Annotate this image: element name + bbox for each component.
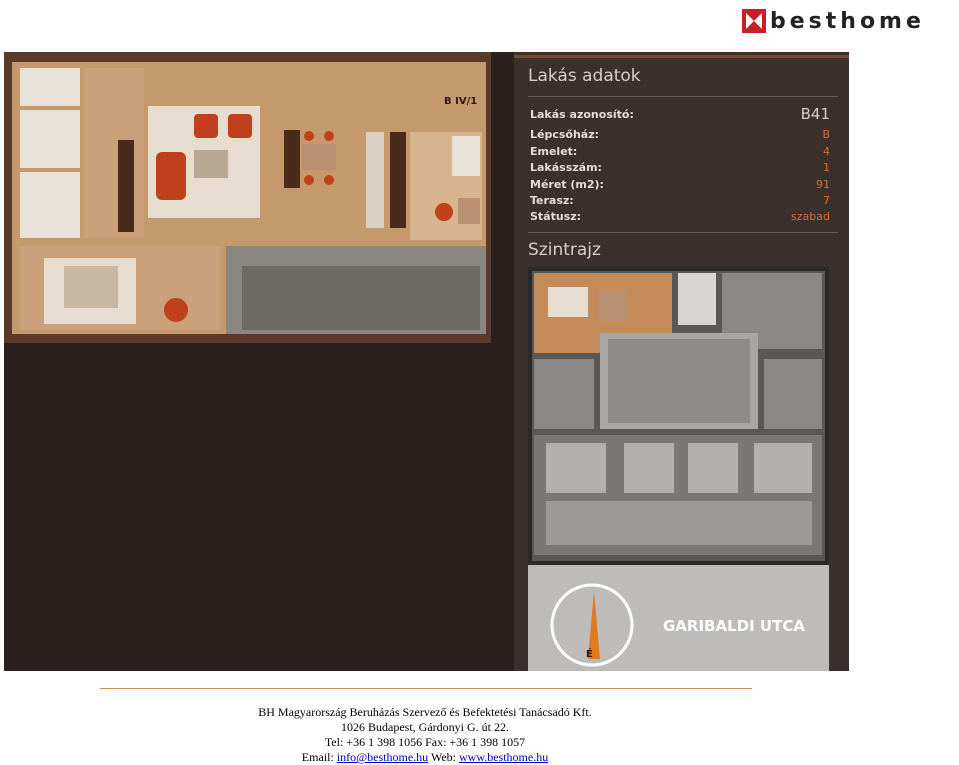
brand-name: besthome xyxy=(770,9,925,34)
divider xyxy=(528,232,838,233)
street-label: GARIBALDI UTCA xyxy=(663,617,805,635)
apartment-info-panel: Lakás adatok Lakás azonosító: B41 Lépcső… xyxy=(514,52,849,671)
email-link[interactable]: info@besthome.hu xyxy=(337,750,428,764)
status-value: szabad xyxy=(791,210,830,223)
field-terrace: Terasz: 7 xyxy=(530,194,830,210)
besthome-logo-icon xyxy=(742,9,766,33)
field-floor: Emelet: 4 xyxy=(530,145,830,161)
field-value: B xyxy=(822,128,830,141)
web-link[interactable]: www.besthome.hu xyxy=(459,750,548,764)
company-contacts: Email: info@besthome.hu Web: www.besthom… xyxy=(0,750,850,765)
divider xyxy=(528,96,838,97)
field-value: 7 xyxy=(823,194,830,207)
field-label: Lépcsőház: xyxy=(530,128,600,141)
field-status: Státusz: szabad xyxy=(530,210,830,226)
field-value: 91 xyxy=(816,178,830,191)
field-staircase: Lépcsőház: B xyxy=(530,128,830,144)
field-value: 4 xyxy=(823,145,830,158)
site-plan: É GARIBALDI UTCA xyxy=(528,267,829,671)
field-label: Emelet: xyxy=(530,145,578,158)
field-value: 1 xyxy=(823,161,830,174)
company-phones: Tel: +36 1 398 1056 Fax: +36 1 398 1057 xyxy=(324,735,526,749)
footer: BH Magyarország Beruházás Szervező és Be… xyxy=(0,705,850,765)
svg-text:B IV/1: B IV/1 xyxy=(444,96,477,107)
web-label: Web: xyxy=(430,750,456,764)
email-label: Email: xyxy=(301,750,334,764)
besthome-logo: besthome xyxy=(742,8,954,36)
floor-plan: B IV/1 xyxy=(4,52,491,343)
svg-text:É: É xyxy=(586,647,593,660)
panel-title: Lakás adatok xyxy=(528,66,641,86)
field-apartment-number: Lakásszám: 1 xyxy=(530,161,830,177)
company-address: 1026 Budapest, Gárdonyi G. út 22. xyxy=(341,720,509,734)
field-apartment-id: Lakás azonosító: B41 xyxy=(530,105,830,124)
field-value: B41 xyxy=(800,105,830,123)
field-label: Lakás azonosító: xyxy=(530,108,634,121)
apartment-sheet: B IV/1 Lakás adatok Lakás azonosító: B41… xyxy=(4,52,849,671)
field-label: Státusz: xyxy=(530,210,582,223)
field-label: Terasz: xyxy=(530,194,574,207)
site-plan-title: Szintrajz xyxy=(528,240,601,260)
field-label: Méret (m2): xyxy=(530,178,604,191)
field-label: Lakásszám: xyxy=(530,161,602,174)
footer-divider xyxy=(100,688,752,689)
panel-accent-bar xyxy=(514,55,849,58)
field-size: Méret (m2): 91 xyxy=(530,178,830,194)
company-name: BH Magyarország Beruházás Szervező és Be… xyxy=(258,705,592,719)
